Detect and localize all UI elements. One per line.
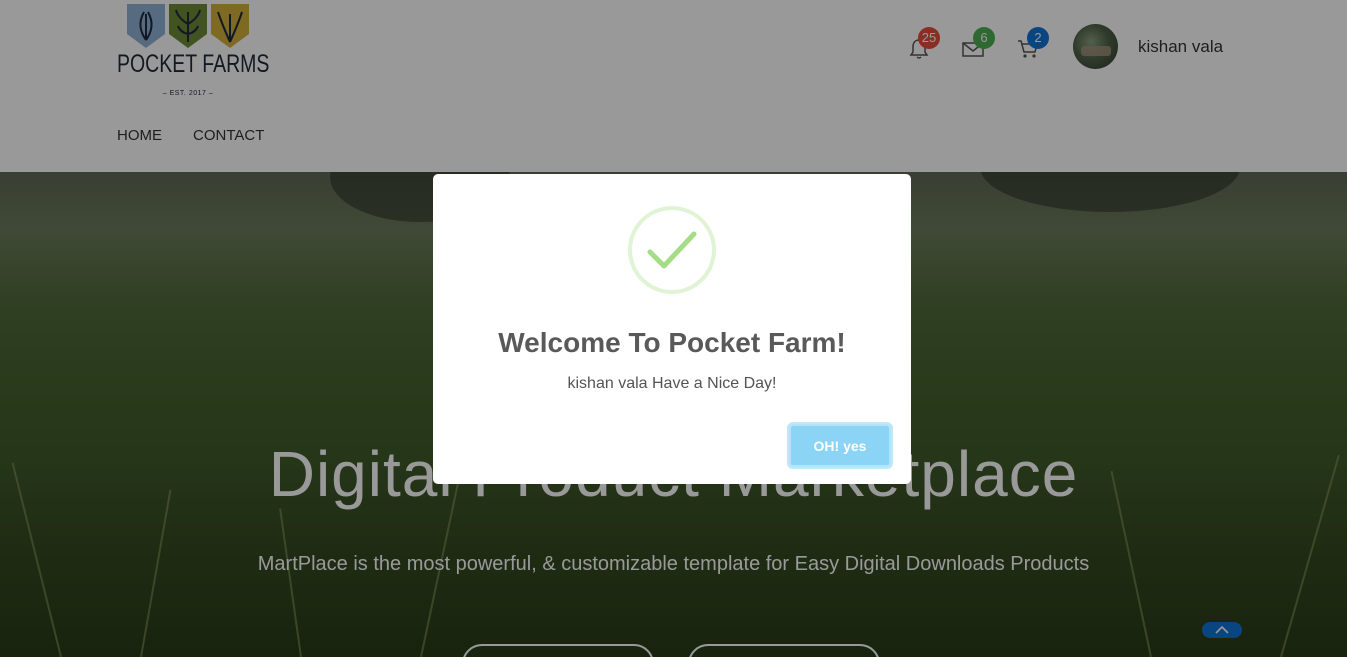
welcome-dialog: Welcome To Pocket Farm! kishan vala Have… bbox=[433, 174, 911, 484]
confirm-button[interactable]: OH! yes bbox=[789, 424, 891, 467]
dialog-message: kishan vala Have a Nice Day! bbox=[567, 375, 777, 392]
dialog-title: Welcome To Pocket Farm! bbox=[498, 327, 846, 358]
success-icon bbox=[628, 206, 716, 294]
checkmark-icon bbox=[647, 231, 697, 269]
